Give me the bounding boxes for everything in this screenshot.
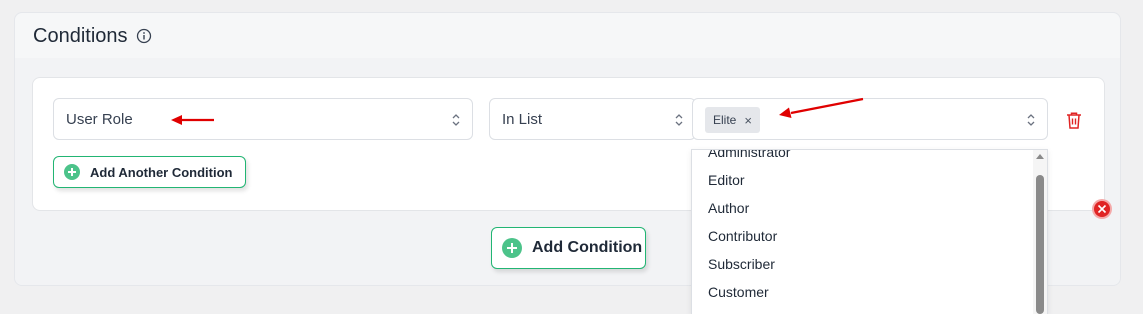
selected-tag: Elite × — [705, 107, 760, 133]
dropdown-scrollbar[interactable] — [1033, 150, 1047, 314]
chevron-updown-icon — [1027, 114, 1035, 126]
values-dropdown: Administrator Editor Author Contributor … — [691, 149, 1048, 314]
chevron-updown-icon — [675, 114, 683, 126]
info-circle-icon[interactable] — [136, 28, 152, 44]
dropdown-option[interactable]: Administrator — [692, 150, 1033, 166]
operator-select[interactable]: In List — [489, 98, 696, 140]
dropdown-options: Administrator Editor Author Contributor … — [692, 150, 1033, 306]
panel-header: Conditions — [15, 13, 1120, 59]
trash-icon[interactable] — [1064, 110, 1084, 130]
remove-tag-icon[interactable]: × — [744, 113, 752, 128]
operator-select-value: In List — [502, 111, 543, 128]
dropdown-option[interactable]: Contributor — [692, 222, 1033, 250]
dropdown-option[interactable]: Customer — [692, 278, 1033, 306]
dropdown-option[interactable]: Editor — [692, 166, 1033, 194]
scrollbar-thumb[interactable] — [1036, 175, 1044, 314]
plus-circle-icon — [64, 164, 80, 180]
values-multiselect[interactable]: Elite × — [692, 98, 1048, 140]
add-another-condition-button[interactable]: Add Another Condition — [53, 156, 246, 188]
panel-title: Conditions — [33, 25, 128, 47]
close-circle-icon[interactable] — [1091, 198, 1113, 220]
chevron-updown-icon — [452, 114, 460, 126]
add-condition-button[interactable]: Add Condition — [491, 227, 646, 269]
scroll-up-arrow-icon[interactable] — [1036, 154, 1044, 159]
field-select-value: User Role — [66, 111, 133, 128]
add-condition-label: Add Condition — [532, 239, 643, 256]
dropdown-option[interactable]: Author — [692, 194, 1033, 222]
plus-circle-icon — [502, 238, 522, 258]
selected-tag-label: Elite — [713, 113, 737, 127]
field-select[interactable]: User Role — [53, 98, 473, 140]
dropdown-option[interactable]: Subscriber — [692, 250, 1033, 278]
add-another-condition-label: Add Another Condition — [90, 164, 233, 180]
